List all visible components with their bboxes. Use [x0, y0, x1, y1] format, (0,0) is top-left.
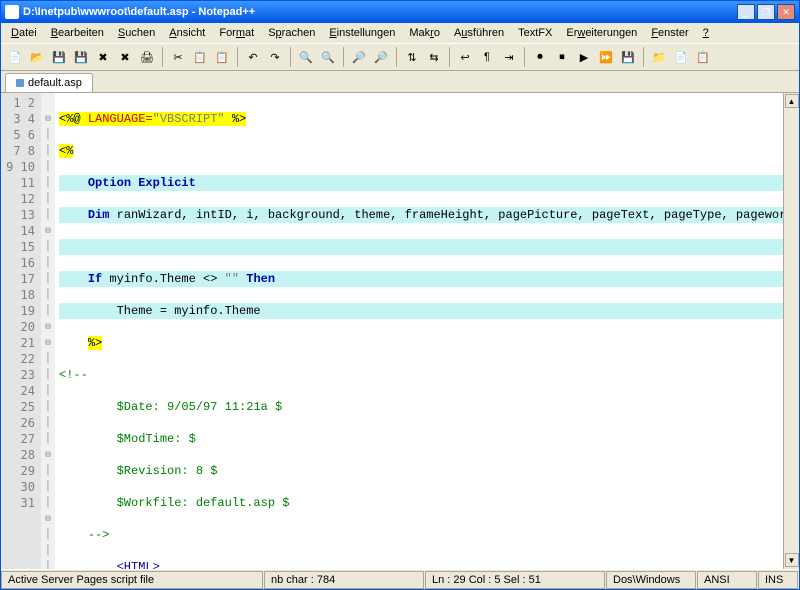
fold-column[interactable]: ⊟││││││⊟│││││⊟⊟││││││⊟│││⊟││││	[41, 93, 55, 569]
menu-run[interactable]: Ausführen	[448, 25, 510, 41]
replace-icon[interactable]: 🔍	[318, 47, 338, 67]
vertical-scrollbar[interactable]: ▲ ▼	[783, 93, 799, 569]
maximize-button[interactable]: ❐	[757, 4, 775, 20]
menu-language[interactable]: Sprachen	[262, 25, 321, 41]
statusbar: Active Server Pages script file nb char …	[1, 569, 799, 589]
line-numbers: 1 2 3 4 5 6 7 8 9 10 11 12 13 14 15 16 1…	[1, 93, 41, 569]
indent-icon[interactable]: ⇥	[499, 47, 519, 67]
app-icon	[5, 5, 19, 19]
toolbar: 📄 📂 💾 💾 ✖ ✖ 🖨 ✂ 📋 📋 ↶ ↷ 🔍 🔍 🔎 🔎 ⇅ ⇆ ↩ ¶ …	[1, 43, 799, 71]
status-language: Active Server Pages script file	[1, 571, 263, 589]
menubar: Datei Bearbeiten Suchen Ansicht Format S…	[1, 23, 799, 43]
window-title: D:\Inetpub\wwwroot\default.asp - Notepad…	[23, 6, 735, 18]
tool-icon[interactable]: 📁	[649, 47, 669, 67]
status-encoding: ANSI	[697, 571, 757, 589]
toolbar-sep	[524, 47, 525, 67]
toolbar-sep	[643, 47, 644, 67]
save-all-icon[interactable]: 💾	[71, 47, 91, 67]
close-button[interactable]: ✕	[777, 4, 795, 20]
menu-textfx[interactable]: TextFX	[512, 25, 558, 41]
zoom-out-icon[interactable]: 🔎	[371, 47, 391, 67]
menu-macro[interactable]: Makro	[403, 25, 446, 41]
wordwrap-icon[interactable]: ↩	[455, 47, 475, 67]
status-position: Ln : 29 Col : 5 Sel : 51	[425, 571, 605, 589]
find-icon[interactable]: 🔍	[296, 47, 316, 67]
minimize-button[interactable]: _	[737, 4, 755, 20]
paste-icon[interactable]: 📋	[212, 47, 232, 67]
stop-icon[interactable]: ⏹	[552, 47, 572, 67]
menu-format[interactable]: Format	[213, 25, 260, 41]
toolbar-sep	[343, 47, 344, 67]
menu-window[interactable]: Fenster	[645, 25, 694, 41]
menu-edit[interactable]: Bearbeiten	[45, 25, 110, 41]
menu-search[interactable]: Suchen	[112, 25, 161, 41]
toolbar-sep	[449, 47, 450, 67]
allchars-icon[interactable]: ¶	[477, 47, 497, 67]
menu-help[interactable]: ?	[697, 25, 715, 41]
scroll-up-icon[interactable]: ▲	[785, 94, 799, 108]
close-all-icon[interactable]: ✖	[115, 47, 135, 67]
new-file-icon[interactable]: 📄	[5, 47, 25, 67]
menu-file[interactable]: Datei	[5, 25, 43, 41]
record-icon[interactable]: ⏺	[530, 47, 550, 67]
menu-settings[interactable]: Einstellungen	[323, 25, 401, 41]
scroll-down-icon[interactable]: ▼	[785, 553, 799, 567]
undo-icon[interactable]: ↶	[243, 47, 263, 67]
save-macro-icon[interactable]: 💾	[618, 47, 638, 67]
status-eol: Dos\Windows	[606, 571, 696, 589]
toolbar-sep	[162, 47, 163, 67]
file-tab[interactable]: default.asp	[5, 73, 93, 92]
app-window: D:\Inetpub\wwwroot\default.asp - Notepad…	[0, 0, 800, 590]
play-multi-icon[interactable]: ⏩	[596, 47, 616, 67]
code-area[interactable]: <%@ LANGUAGE="VBSCRIPT" %> <% Option Exp…	[55, 93, 783, 569]
open-file-icon[interactable]: 📂	[27, 47, 47, 67]
save-icon[interactable]: 💾	[49, 47, 69, 67]
status-mode: INS	[758, 571, 798, 589]
toolbar-sep	[237, 47, 238, 67]
menu-view[interactable]: Ansicht	[163, 25, 211, 41]
toolbar-sep	[290, 47, 291, 67]
tool-icon[interactable]: 📋	[693, 47, 713, 67]
tab-saved-icon	[16, 79, 24, 87]
tabbar: default.asp	[1, 71, 799, 93]
titlebar: D:\Inetpub\wwwroot\default.asp - Notepad…	[1, 1, 799, 23]
sync-h-icon[interactable]: ⇆	[424, 47, 444, 67]
copy-icon[interactable]: 📋	[190, 47, 210, 67]
toolbar-sep	[396, 47, 397, 67]
zoom-in-icon[interactable]: 🔎	[349, 47, 369, 67]
tool-icon[interactable]: 📄	[671, 47, 691, 67]
print-icon[interactable]: 🖨	[137, 47, 157, 67]
tab-label: default.asp	[28, 77, 82, 89]
cut-icon[interactable]: ✂	[168, 47, 188, 67]
close-file-icon[interactable]: ✖	[93, 47, 113, 67]
play-icon[interactable]: ▶	[574, 47, 594, 67]
menu-plugins[interactable]: Erweiterungen	[560, 25, 643, 41]
status-chars: nb char : 784	[264, 571, 424, 589]
editor: 1 2 3 4 5 6 7 8 9 10 11 12 13 14 15 16 1…	[1, 93, 799, 569]
sync-v-icon[interactable]: ⇅	[402, 47, 422, 67]
redo-icon[interactable]: ↷	[265, 47, 285, 67]
